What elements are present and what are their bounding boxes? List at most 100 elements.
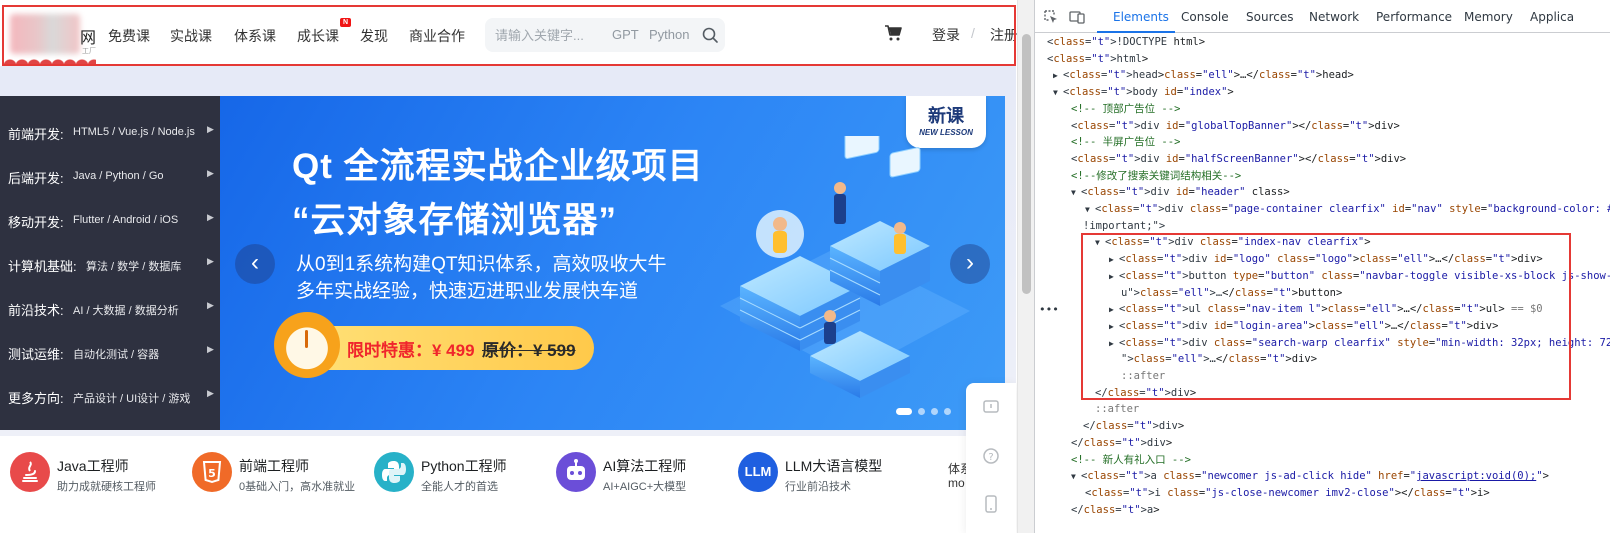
expand-toggle-icon[interactable]: ▶ [1109,269,1119,286]
menu-item-cs-basics[interactable]: 计算机基础: 算法 / 数学 / 数据库 ▶ [0,242,220,286]
career-name: LLM大语言模型 [785,458,883,474]
dom-node-line[interactable]: ▶ <class="t">div class="search-warp clear… [1109,335,1610,352]
nav-item-system-courses[interactable]: 体系课 [234,26,276,46]
tab-network[interactable]: Network [1309,10,1359,24]
search-icon[interactable] [701,26,719,44]
cart-icon[interactable] [884,24,902,42]
banner-dot[interactable] [918,408,925,415]
dom-node-line[interactable]: ▼ <class="t">div class="index-nav clearfi… [1095,234,1371,251]
menu-category: 移动开发: [8,215,64,230]
tab-console[interactable]: Console [1181,10,1229,24]
logo-suffix: 网 [80,30,97,47]
dom-node-line[interactable]: <!-- 新人有礼入口 --> [1071,452,1191,469]
tab-application[interactable]: Applica [1530,10,1574,24]
dom-node-line[interactable]: ▶ <class="t">button type="button" class="… [1109,268,1610,285]
dom-node-line[interactable]: <class="t">html> [1047,51,1148,68]
nav-item-free-courses[interactable]: 免费课 [108,26,150,46]
banner-dot[interactable] [896,408,912,415]
nav-item-growth-courses[interactable]: 成长课 [297,26,339,46]
menu-item-frontier[interactable]: 前沿技术: AI / 大数据 / 数据分析 ▶ [0,286,220,330]
menu-item-backend[interactable]: 后端开发: Java / Python / Go ▶ [0,154,220,198]
menu-item-mobile[interactable]: 移动开发: Flutter / Android / iOS ▶ [0,198,220,242]
banner-next-button[interactable]: › [950,244,990,284]
login-separator: / [971,25,975,41]
dom-node-line[interactable]: <class="t">i class="js-close-newcomer im… [1085,485,1490,502]
feedback-icon[interactable] [982,399,1000,417]
page-scrollbar[interactable] [1017,0,1034,533]
menu-item-testing-ops[interactable]: 测试运维: 自动化测试 / 容器 ▶ [0,330,220,374]
dom-node-line[interactable]: ▶ <class="t">div id="login-area">class="e… [1109,318,1498,335]
banner-dot[interactable] [944,408,951,415]
nav-item-business[interactable]: 商业合作 [409,26,465,46]
java-icon [10,452,50,492]
dom-node-line[interactable]: <class="t">div id="globalTopBanner"></cl… [1071,118,1400,135]
promo-price: 限时特惠：¥ 499 [347,341,475,360]
dom-node-line[interactable]: <!-- 半屏广告位 --> [1071,134,1180,151]
hero-banner[interactable]: Qt 全流程实战企业级项目 “云对象存储浏览器” 从0到1系统构建QT知识体系，… [220,96,1005,430]
expand-toggle-icon[interactable]: ▼ [1095,235,1105,252]
expand-toggle-icon[interactable]: ▼ [1071,185,1081,202]
hot-tag-gpt[interactable]: GPT [612,27,639,42]
menu-category: 前端开发: [8,127,64,142]
expand-toggle-icon[interactable]: ▶ [1109,252,1119,269]
dom-node-line[interactable]: </class="t">div> [1095,385,1196,402]
expand-toggle-icon[interactable]: ▶ [1053,68,1063,85]
tab-memory[interactable]: Memory [1464,10,1513,24]
robot-icon [556,452,596,492]
tab-elements[interactable]: Elements [1113,10,1169,24]
expand-toggle-icon[interactable]: ▶ [1109,319,1119,336]
dom-node-line[interactable]: ▼ <class="t">body id="index"> [1053,84,1234,101]
dom-node-line[interactable]: ▼ <class="t">div id="header" class> [1071,184,1290,201]
svg-text:?: ? [988,452,993,463]
career-name: 前端工程师 [239,458,309,474]
mobile-app-icon[interactable] [982,495,1000,513]
dom-node-line[interactable]: u">class="ell">…</class="t">button> [1121,285,1342,302]
dom-node-line[interactable]: <class="t">!DOCTYPE html> [1047,34,1205,51]
login-link[interactable]: 登录 [932,25,960,45]
menu-item-frontend[interactable]: 前端开发: HTML5 / Vue.js / Node.js ▶ [0,110,220,154]
dom-node-line[interactable]: !important;"> [1083,218,1165,235]
dom-node-line[interactable]: ▶ <class="t">head>class="ell">…</class="t… [1053,67,1354,84]
scroll-thumb[interactable] [1022,34,1031,294]
dom-node-line[interactable]: ::after [1095,401,1139,418]
dom-node-line[interactable]: ▼ <class="t">a class="newcomer js-ad-clic… [1071,468,1549,485]
dom-node-line[interactable]: </class="t">div> [1083,418,1184,435]
dom-node-line[interactable]: ▶ <class="t">ul class="nav-item l">class=… [1109,301,1543,318]
expand-toggle-icon[interactable]: ▶ [1109,336,1119,353]
inspect-element-icon[interactable] [1043,9,1059,25]
banner-prev-button[interactable]: ‹ [235,244,275,284]
dom-node-line[interactable]: <class="t">div id="halfScreenBanner"></c… [1071,151,1406,168]
hot-tag-python[interactable]: Python [649,27,689,42]
tab-sources[interactable]: Sources [1246,10,1293,24]
help-icon[interactable]: ? [982,447,1000,465]
expand-toggle-icon[interactable]: ▼ [1085,202,1095,219]
node-actions-menu[interactable]: ••• [1039,303,1059,316]
banner-dot[interactable] [931,408,938,415]
dom-node-line[interactable]: ▶ <class="t">div id="logo" class="logo">c… [1109,251,1543,268]
alarm-clock-icon [274,312,340,378]
dom-node-line[interactable]: ::after [1121,368,1165,385]
menu-item-more[interactable]: 更多方向: 产品设计 / UI设计 / 游戏 ▶ [0,374,220,418]
device-toolbar-icon[interactable] [1069,9,1085,25]
dom-node-line[interactable]: ▼ <class="t">div class="page-container cl… [1085,201,1610,218]
dom-node-line[interactable]: </class="t">a> [1071,502,1160,519]
html5-icon: 5 [192,452,232,492]
expand-toggle-icon[interactable]: ▼ [1071,469,1081,486]
banner-pagination [896,402,957,420]
dom-node-line[interactable]: <!--修改了搜索关键词结构相关--> [1071,168,1241,185]
expand-toggle-icon[interactable]: ▼ [1053,85,1063,102]
site-logo[interactable]: 网 工厂 [4,8,96,66]
menu-subcategories: Flutter / Android / iOS [73,214,179,226]
web-page: 网 工厂 免费课 实战课 体系课 成长课 N 发现 商业合作 GPT Pytho… [0,0,1034,533]
badge-cn: 新课 [928,106,964,126]
nav-item-practical-courses[interactable]: 实战课 [170,26,212,46]
register-link[interactable]: 注册 [990,25,1018,45]
nav-item-discover[interactable]: 发现 [360,26,388,46]
devtools-panel: Elements Console Sources Network Perform… [1034,0,1610,533]
dom-node-line[interactable]: ">class="ell">…</class="t">div> [1121,351,1317,368]
search-input[interactable] [495,26,605,44]
tab-performance[interactable]: Performance [1376,10,1452,24]
dom-node-line[interactable]: </class="t">div> [1071,435,1172,452]
dom-node-line[interactable]: <!-- 顶部广告位 --> [1071,101,1180,118]
expand-toggle-icon[interactable]: ▶ [1109,302,1119,319]
